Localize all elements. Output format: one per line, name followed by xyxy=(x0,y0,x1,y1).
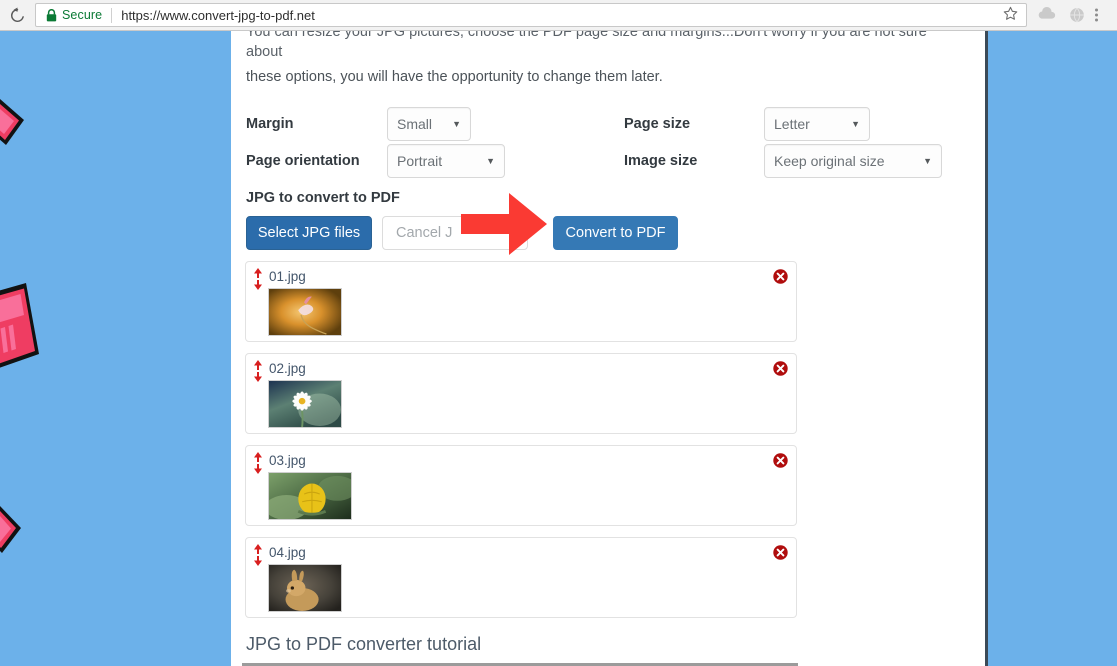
lock-icon-glyph xyxy=(46,8,57,21)
file-list-item[interactable]: 01.jpg xyxy=(245,261,797,342)
image-size-select[interactable]: Keep original size ▼ xyxy=(764,144,942,178)
security-label: Secure xyxy=(62,8,103,22)
decorative-diamond-icon-2 xyxy=(0,501,26,568)
file-thumbnail xyxy=(268,472,352,520)
select-jpg-files-button[interactable]: Select JPG files xyxy=(246,216,372,250)
remove-file-icon[interactable] xyxy=(773,361,788,376)
file-thumbnail-image-04 xyxy=(269,565,341,611)
page-content-card: You can resize your JPG pictures, choose… xyxy=(231,31,988,666)
remove-circle-glyph xyxy=(773,361,788,376)
chrome-overflow-edge[interactable] xyxy=(1095,3,1117,27)
menu-partial-icon xyxy=(1095,8,1098,22)
file-name-label: 04.jpg xyxy=(269,545,306,560)
margin-select-value: Small xyxy=(397,116,433,132)
pdf-options-grid: Margin Small ▼ Page orientation Portrait… xyxy=(245,107,965,183)
up-down-arrows-glyph xyxy=(254,452,262,474)
intro-text-line-1: You can resize your JPG pictures, choose… xyxy=(246,31,927,60)
upload-section-heading: JPG to convert to PDF xyxy=(246,190,400,206)
file-list-item[interactable]: 02.jpg xyxy=(245,353,797,434)
convert-to-pdf-button[interactable]: Convert to PDF xyxy=(553,216,678,250)
reload-icon-glyph xyxy=(10,7,24,22)
file-item-head: 02.jpg xyxy=(246,354,796,382)
decorative-card-glyph xyxy=(0,283,39,368)
file-list-item[interactable]: 04.jpg xyxy=(245,537,797,618)
decorative-diamond-glyph-1 xyxy=(0,99,24,145)
lock-icon xyxy=(46,8,57,22)
star-icon-glyph xyxy=(1003,6,1018,20)
file-name-label: 03.jpg xyxy=(269,453,306,468)
star-icon[interactable] xyxy=(1003,6,1018,26)
browser-toolbar: Secure https://www.convert-jpg-to-pdf.ne… xyxy=(0,0,1117,31)
file-thumbnail xyxy=(268,380,342,428)
file-item-head: 04.jpg xyxy=(246,538,796,566)
file-thumbnail-image-01 xyxy=(269,289,341,335)
extension-icon-globe[interactable] xyxy=(1065,3,1089,27)
remove-file-icon[interactable] xyxy=(773,453,788,468)
page-orientation-label: Page orientation xyxy=(246,153,360,169)
page-size-select[interactable]: Letter ▼ xyxy=(764,107,870,141)
chevron-down-icon: ▼ xyxy=(452,119,461,129)
file-item-head: 01.jpg xyxy=(246,262,796,290)
tutorial-heading: JPG to PDF converter tutorial xyxy=(246,634,482,654)
page-size-label: Page size xyxy=(624,116,691,132)
file-thumbnail-image-02 xyxy=(269,381,341,427)
file-thumbnail xyxy=(268,564,342,612)
uploaded-file-list: 01.jpg 02.jpg 03.jpg 04.jpg xyxy=(245,261,965,618)
margin-select[interactable]: Small ▼ xyxy=(387,107,471,141)
remove-file-icon[interactable] xyxy=(773,269,788,284)
remove-circle-glyph xyxy=(773,453,788,468)
up-down-arrows-icon[interactable] xyxy=(251,360,265,382)
page-viewport: You can resize your JPG pictures, choose… xyxy=(0,31,1117,666)
file-item-head: 03.jpg xyxy=(246,446,796,474)
file-name-label: 02.jpg xyxy=(269,361,306,376)
url-text: https://www.convert-jpg-to-pdf.net xyxy=(121,7,315,23)
content-inner: You can resize your JPG pictures, choose… xyxy=(245,31,965,666)
margin-label: Margin xyxy=(246,116,294,132)
up-down-arrows-glyph xyxy=(254,544,262,566)
chevron-down-icon: ▼ xyxy=(486,156,495,166)
extension-icon-cloud-glyph xyxy=(1038,6,1056,19)
omnibox-divider xyxy=(111,7,113,23)
chevron-down-icon: ▼ xyxy=(851,119,860,129)
file-name-label: 01.jpg xyxy=(269,269,306,284)
upload-button-row: Select JPG files Cancel J Convert to PDF xyxy=(245,193,965,255)
page-background-right xyxy=(992,31,1117,666)
extension-icon-cloud[interactable] xyxy=(1035,3,1059,27)
up-down-arrows-icon[interactable] xyxy=(251,544,265,566)
page-orientation-select[interactable]: Portrait ▼ xyxy=(387,144,505,178)
up-down-arrows-glyph xyxy=(254,268,262,290)
extension-icon-globe-glyph xyxy=(1070,7,1084,23)
page-size-select-value: Letter xyxy=(774,116,810,132)
page-orientation-select-value: Portrait xyxy=(397,153,443,169)
decorative-diamond-icon-1 xyxy=(0,93,32,160)
file-thumbnail-image-03 xyxy=(269,473,351,519)
up-down-arrows-icon[interactable] xyxy=(251,452,265,474)
up-down-arrows-icon[interactable] xyxy=(251,268,265,290)
up-down-arrows-glyph xyxy=(254,360,262,382)
file-thumbnail xyxy=(268,288,342,336)
address-bar[interactable]: Secure https://www.convert-jpg-to-pdf.ne… xyxy=(35,3,1027,27)
image-size-label: Image size xyxy=(624,153,698,169)
decorative-diamond-glyph-2 xyxy=(0,506,21,553)
chevron-down-icon: ▼ xyxy=(923,156,932,166)
remove-circle-glyph xyxy=(773,269,788,284)
intro-text-line-2: these options, you will have the opportu… xyxy=(246,69,663,85)
remove-circle-glyph xyxy=(773,545,788,560)
remove-file-icon[interactable] xyxy=(773,545,788,560)
reload-icon[interactable] xyxy=(3,1,31,29)
cancel-button[interactable]: Cancel J xyxy=(382,216,528,250)
decorative-card-icon xyxy=(0,281,40,378)
image-size-select-value: Keep original size xyxy=(774,153,885,169)
file-list-item[interactable]: 03.jpg xyxy=(245,445,797,526)
